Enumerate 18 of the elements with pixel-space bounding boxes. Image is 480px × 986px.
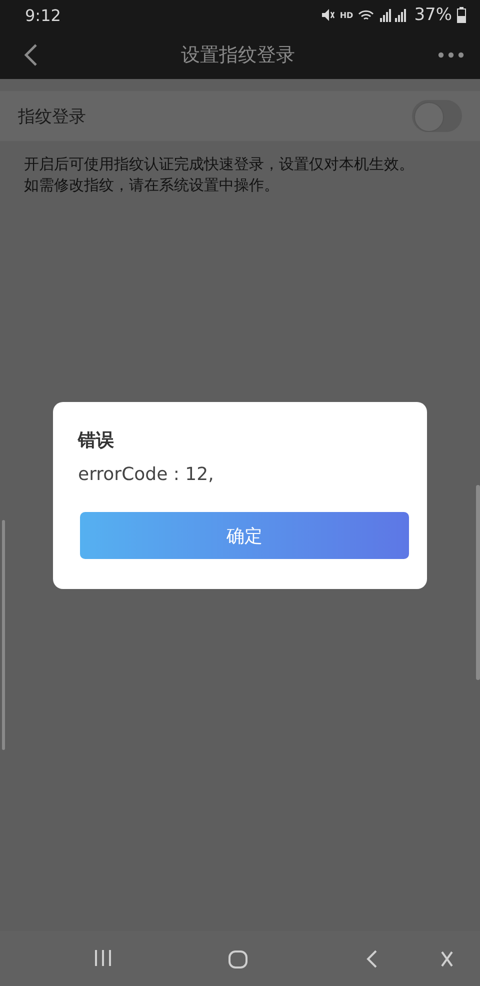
confirm-button[interactable]: 确定 bbox=[80, 512, 409, 559]
mute-icon bbox=[320, 8, 335, 22]
back-nav-icon[interactable] bbox=[366, 950, 378, 968]
page-title: 设置指纹登录 bbox=[180, 42, 296, 68]
fingerprint-login-label: 指纹登录 bbox=[18, 106, 86, 128]
status-time: 9:12 bbox=[25, 6, 61, 24]
error-message: errorCode : 12, bbox=[78, 464, 215, 485]
hd-label: HD bbox=[340, 10, 354, 20]
wifi-icon bbox=[358, 8, 374, 22]
battery-icon bbox=[457, 7, 466, 23]
more-icon[interactable] bbox=[438, 52, 464, 58]
recent-apps-icon[interactable] bbox=[94, 950, 112, 966]
description-text: 开启后可使用指纹认证完成快速登录，设置仅对本机生效。 bbox=[24, 154, 415, 175]
battery-percent: 37% bbox=[414, 5, 452, 25]
back-icon[interactable] bbox=[24, 42, 38, 66]
dialog-title: 错误 bbox=[78, 429, 115, 452]
description-text: 如需修改指纹，请在系统设置中操作。 bbox=[24, 175, 280, 196]
home-icon[interactable] bbox=[228, 950, 248, 969]
